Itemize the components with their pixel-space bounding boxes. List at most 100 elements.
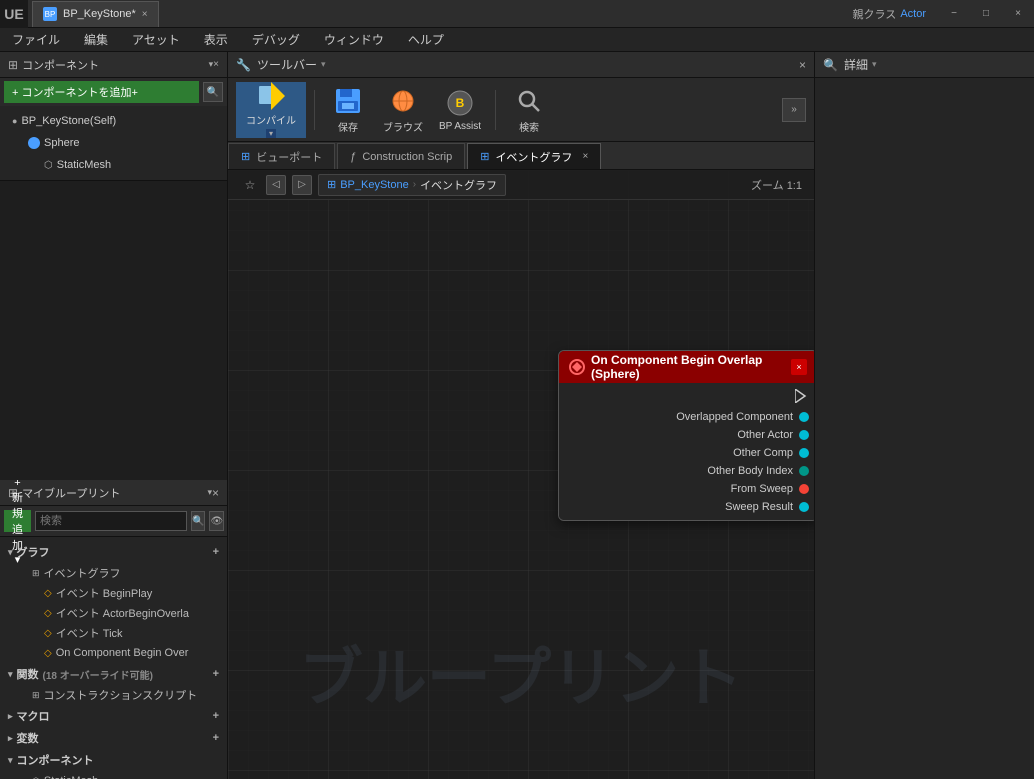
- components-close-btn[interactable]: ×: [213, 59, 219, 70]
- components-toolbar: + コンポーネントを追加+ 🔍: [0, 78, 227, 106]
- pin-other-comp-dot[interactable]: [799, 448, 809, 458]
- bp-assist-icon: B: [444, 87, 476, 119]
- tab-event-graph[interactable]: ⊞ イベントグラフ ×: [467, 143, 601, 169]
- bp-tick[interactable]: ◇ イベント Tick: [0, 623, 227, 643]
- components-title: コンポーネント: [22, 57, 205, 73]
- close-btn[interactable]: ×: [1002, 0, 1034, 28]
- bp-section-variables-header[interactable]: ▸ 変数 +: [0, 727, 227, 749]
- comp-sphere[interactable]: ● Sphere: [0, 132, 227, 154]
- compile-icon: [255, 82, 287, 110]
- svg-text:B: B: [456, 96, 465, 110]
- mybp-close-btn[interactable]: ×: [212, 486, 219, 500]
- toolbar-header: 🔧 ツールバー ▾ ×: [228, 52, 814, 78]
- pin-other-actor-dot[interactable]: [799, 430, 809, 440]
- construction-script-label: コンストラクションスクリプト: [44, 687, 198, 703]
- pin-other-body-label: Other Body Index: [707, 465, 793, 477]
- ue-logo: UE: [0, 0, 28, 28]
- browse-btn[interactable]: ブラウズ: [377, 82, 429, 138]
- tab-area: BP BP_KeyStone* ×: [28, 0, 841, 27]
- menu-asset[interactable]: アセット: [128, 29, 184, 50]
- bp-construction-script[interactable]: ⊞ コンストラクションスクリプト: [0, 685, 227, 705]
- breadcrumb-bp-name[interactable]: BP_KeyStone: [340, 179, 409, 191]
- breadcrumb-sep: ›: [413, 179, 416, 190]
- bp-comp-staticmesh[interactable]: ⬡ StaticMesh: [0, 771, 227, 779]
- star-btn[interactable]: ☆: [240, 175, 260, 195]
- compile-btn[interactable]: コンパイル ▾: [236, 82, 306, 138]
- section-variables-add[interactable]: +: [213, 732, 219, 744]
- toolbar-sep-1: [314, 90, 315, 130]
- new-btn[interactable]: + 新規追加▾: [4, 510, 31, 532]
- bp-section-components-header[interactable]: ▾ コンポーネント: [0, 749, 227, 771]
- event-graph-label: イベントグラフ: [44, 565, 121, 581]
- exec-out-pin[interactable]: [795, 389, 809, 406]
- window-tab[interactable]: BP BP_KeyStone* ×: [32, 1, 159, 27]
- parent-class-area: 親クラス Actor: [841, 6, 938, 22]
- add-component-btn[interactable]: + コンポーネントを追加+: [4, 81, 199, 103]
- menu-window[interactable]: ウィンドウ: [320, 29, 388, 50]
- search-icon[interactable]: 🔍: [191, 511, 205, 531]
- center-area: 🔧 ツールバー ▾ × コンパイル ▾: [228, 52, 814, 779]
- breadcrumb-bar: ☆ ◁ ▷ ⊞ BP_KeyStone › イベントグラフ ズーム 1:1: [228, 170, 814, 200]
- section-functions-label: 関数: [17, 666, 39, 682]
- menu-view[interactable]: 表示: [200, 29, 232, 50]
- compile-dropdown[interactable]: ▾: [266, 129, 276, 138]
- maximize-btn[interactable]: □: [970, 0, 1002, 28]
- parent-class-value[interactable]: Actor: [900, 8, 926, 20]
- bp-section-macros-header[interactable]: ▸ マクロ +: [0, 705, 227, 727]
- bp-assist-btn[interactable]: B BP Assist: [433, 82, 487, 138]
- toolbar-expand-btn[interactable]: »: [782, 98, 806, 122]
- pin-from-sweep: From Sweep: [559, 480, 814, 498]
- bp-begin-play[interactable]: ◇ イベント BeginPlay: [0, 583, 227, 603]
- main-layout: ⊞ コンポーネント ▾ × + コンポーネントを追加+ 🔍 ● BP_KeySt…: [0, 52, 1034, 779]
- details-panel: 🔍 詳細 ▾: [814, 52, 1034, 779]
- search-toolbar-icon: [513, 86, 545, 117]
- variables-expand-icon: ▸: [8, 733, 13, 744]
- pin-sweep-result: Sweep Result: [559, 498, 814, 516]
- bp-section-macros: ▸ マクロ +: [0, 705, 227, 727]
- menu-edit[interactable]: 編集: [80, 29, 112, 50]
- tab-close-btn[interactable]: ×: [142, 9, 148, 20]
- viewport-tab-icon: ⊞: [241, 150, 250, 163]
- tab-viewport[interactable]: ⊞ ビューポート: [228, 143, 335, 169]
- bp-search-input[interactable]: [35, 511, 187, 531]
- graph-area[interactable]: ☆ ◁ ▷ ⊞ BP_KeyStone › イベントグラフ ズーム 1:1 ブル…: [228, 170, 814, 779]
- construction-tab-label: Construction Scrip: [362, 151, 452, 163]
- menu-bar: ファイル 編集 アセット 表示 デバッグ ウィンドウ ヘルプ: [0, 28, 1034, 52]
- toolbar-close[interactable]: ×: [799, 58, 806, 72]
- bp-event-graph[interactable]: ⊞ イベントグラフ: [0, 563, 227, 583]
- node-close-btn[interactable]: ×: [791, 359, 807, 375]
- event-graph-tab-close[interactable]: ×: [582, 151, 588, 162]
- bp-on-component-begin[interactable]: ◇ On Component Begin Over: [0, 643, 227, 663]
- bp-node-body: Overlapped Component Other Actor Other C…: [559, 383, 814, 520]
- mybp-header: ⊞ マイブループリント ▾ ×: [0, 480, 227, 506]
- left-panel: ⊞ コンポーネント ▾ × + コンポーネントを追加+ 🔍 ● BP_KeySt…: [0, 52, 228, 779]
- save-btn[interactable]: 保存: [323, 82, 373, 138]
- comp-self[interactable]: ● BP_KeyStone(Self): [0, 110, 227, 132]
- components-search-btn[interactable]: 🔍: [203, 82, 223, 102]
- mybp-title: マイブループリント: [22, 485, 203, 501]
- menu-help[interactable]: ヘルプ: [404, 29, 448, 50]
- menu-debug[interactable]: デバッグ: [248, 29, 304, 50]
- search-toolbar-btn[interactable]: 検索: [504, 82, 554, 138]
- menu-file[interactable]: ファイル: [8, 29, 64, 50]
- pin-overlapped-dot[interactable]: [799, 412, 809, 422]
- comp-staticmesh[interactable]: ⬡ StaticMesh: [0, 154, 227, 176]
- bp-node-title: On Component Begin Overlap (Sphere): [591, 353, 785, 381]
- tab-construction[interactable]: ƒ Construction Scrip: [337, 143, 465, 169]
- nav-back-btn[interactable]: ◁: [266, 175, 286, 195]
- pin-from-sweep-label: From Sweep: [731, 483, 793, 495]
- bp-section-graph-header[interactable]: ▾ グラフ +: [0, 541, 227, 563]
- pin-other-body-dot[interactable]: [799, 466, 809, 476]
- bp-actor-begin-overlap[interactable]: ◇ イベント ActorBeginOverla: [0, 603, 227, 623]
- bp-section-functions-header[interactable]: ▾ 関数 (18 オーバーライド可能) +: [0, 663, 227, 685]
- section-macros-add[interactable]: +: [213, 710, 219, 722]
- section-functions-add[interactable]: +: [213, 668, 219, 680]
- pin-from-sweep-dot[interactable]: [799, 484, 809, 494]
- section-graph-add[interactable]: +: [213, 546, 219, 558]
- expand-icon: ▾: [8, 547, 13, 558]
- pin-sweep-result-dot[interactable]: [799, 502, 809, 512]
- eye-btn[interactable]: 👁: [209, 511, 224, 531]
- minimize-btn[interactable]: −: [938, 0, 970, 28]
- bp-node-header: On Component Begin Overlap (Sphere) ×: [559, 351, 814, 383]
- nav-forward-btn[interactable]: ▷: [292, 175, 312, 195]
